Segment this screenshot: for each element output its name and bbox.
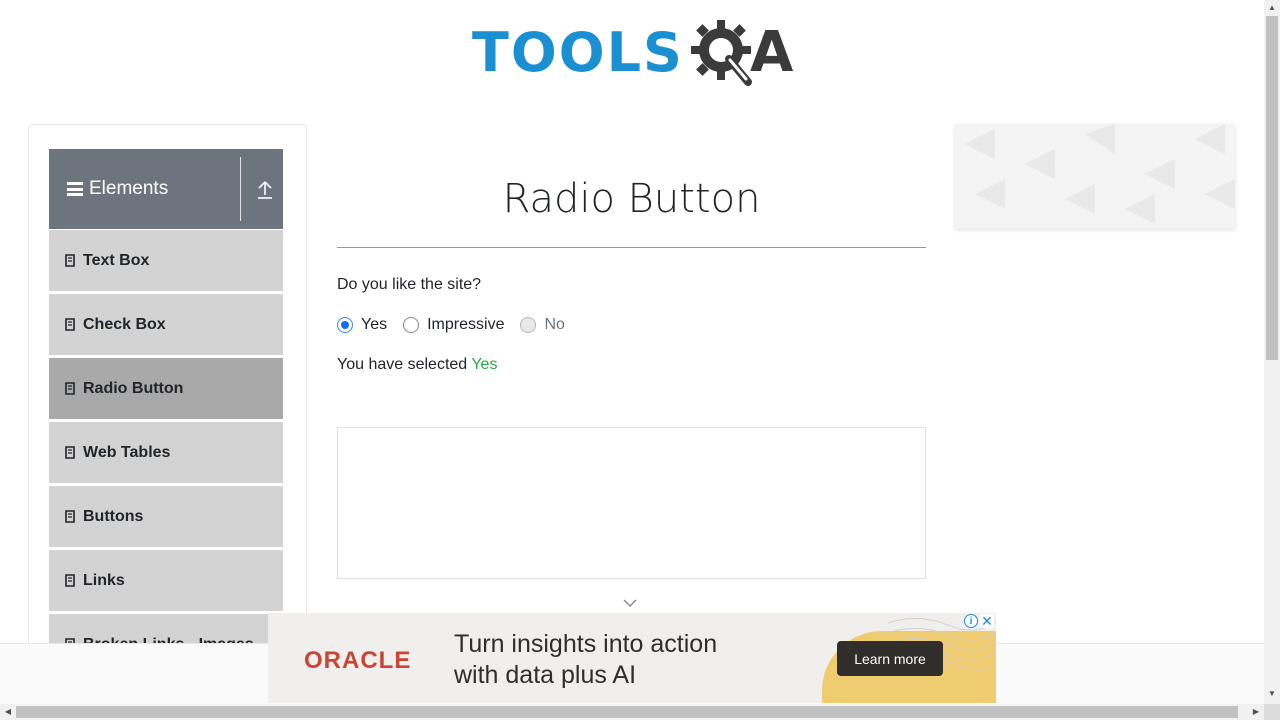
sidebar-item-label: Check Box xyxy=(83,315,166,333)
result-value: Yes xyxy=(471,356,498,373)
radio-impressive-label[interactable]: Impressive xyxy=(427,316,504,334)
logo-letter: A xyxy=(749,20,794,85)
toolsqa-logo[interactable]: TOOLS A xyxy=(472,16,794,90)
pattern-graphic xyxy=(965,124,1235,224)
sidebar-item-buttons[interactable]: Buttons xyxy=(49,485,283,547)
sidebar-item-links[interactable]: Links xyxy=(49,549,283,611)
radio-yes-label[interactable]: Yes xyxy=(361,316,387,334)
horizontal-scrollbar[interactable]: ◀ ▶ xyxy=(0,704,1264,720)
ad-placeholder-box xyxy=(337,427,926,579)
sidebar-item-text-box[interactable]: Text Box xyxy=(49,229,283,291)
ad-headline-line2: with data plus AI xyxy=(454,661,637,689)
html-file-icon xyxy=(65,382,75,395)
html-file-icon xyxy=(65,510,75,523)
ad-headline-line1: Turn insights into action xyxy=(454,630,718,658)
gear-magnifier-icon xyxy=(690,20,752,86)
sidebar-item-web-tables[interactable]: Web Tables xyxy=(49,421,283,483)
sidebar-item-label: Radio Button xyxy=(83,379,184,397)
html-file-icon xyxy=(65,254,75,267)
page: TOOLS A Elements Text Box Check Box Radi… xyxy=(0,0,1280,720)
radio-no-label: No xyxy=(544,316,565,333)
sidebar-item-check-box[interactable]: Check Box xyxy=(49,293,283,355)
sidebar-item-label: Text Box xyxy=(83,251,150,269)
ad-info-icon[interactable]: i xyxy=(964,614,978,628)
scroll-left-icon[interactable]: ◀ xyxy=(0,704,16,720)
group-title: Elements xyxy=(89,178,169,199)
sidebar-item-label: Links xyxy=(83,571,125,589)
sidebar-item-radio-button[interactable]: Radio Button xyxy=(49,357,283,419)
scroll-up-icon[interactable]: ▲ xyxy=(1264,0,1280,16)
learn-more-button[interactable]: Learn more xyxy=(837,641,943,676)
ad-close-icon[interactable]: ✕ xyxy=(980,614,994,628)
question-text: Do you like the site? xyxy=(337,276,482,293)
scroll-right-icon[interactable]: ▶ xyxy=(1248,704,1264,720)
title-divider xyxy=(337,247,926,248)
radio-impressive[interactable] xyxy=(403,317,420,333)
radio-group: Yes Impressive No xyxy=(337,316,581,334)
page-title: Radio Button xyxy=(502,176,761,222)
sidebar-item-label: Web Tables xyxy=(83,443,171,461)
radio-no xyxy=(520,317,537,333)
vertical-scrollbar[interactable]: ▲ ▼ xyxy=(1264,0,1280,704)
result-prefix: You have selected xyxy=(337,356,472,373)
radio-yes[interactable] xyxy=(337,317,353,333)
side-ad-banner[interactable] xyxy=(955,124,1235,229)
logo-word: TOOLS xyxy=(472,21,684,84)
scroll-down-icon[interactable]: ▼ xyxy=(1264,686,1280,702)
sidebar-item-label: Buttons xyxy=(83,507,144,525)
chevron-down-icon[interactable] xyxy=(622,598,638,608)
result-text: You have selected Yes xyxy=(337,356,497,374)
horizontal-scroll-thumb[interactable] xyxy=(16,706,1238,718)
elements-group-header[interactable]: Elements xyxy=(49,149,283,229)
ad-headline: Turn insights into action with data plus… xyxy=(454,629,717,691)
oracle-logo: ORACLE xyxy=(304,647,412,674)
scrollbar-corner xyxy=(1264,704,1280,720)
html-file-icon xyxy=(65,446,75,459)
html-file-icon xyxy=(65,318,75,331)
header-divider xyxy=(240,157,241,221)
menu-icon xyxy=(67,182,83,196)
oracle-ad-banner[interactable]: ORACLE Turn insights into action with da… xyxy=(268,613,996,703)
vertical-scroll-thumb[interactable] xyxy=(1266,16,1278,360)
html-file-icon xyxy=(65,574,75,587)
collapse-icon[interactable] xyxy=(255,179,275,201)
